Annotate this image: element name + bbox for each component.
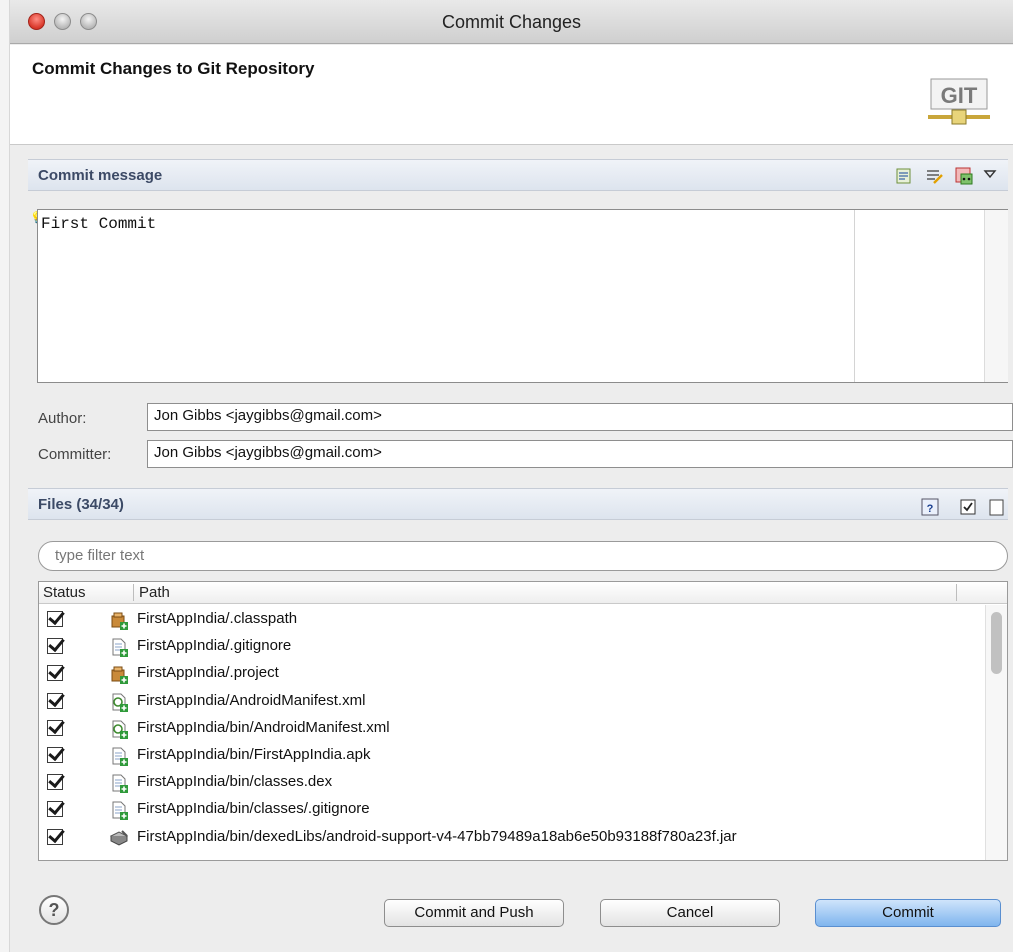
text-file-add-icon (112, 638, 128, 658)
column-divider (133, 584, 134, 601)
git-logo-text: GIT (941, 83, 978, 108)
status-column-header[interactable]: Status (43, 584, 86, 601)
files-section-header: Files (34/34) ? (28, 488, 1008, 520)
help-button[interactable]: ? (39, 895, 69, 925)
text-file-add-icon (112, 747, 128, 766)
author-field[interactable] (147, 403, 1013, 431)
file-path: FirstAppIndia/bin/classes.dex (137, 773, 333, 791)
include-file-checkbox[interactable] (47, 746, 63, 763)
column-divider (956, 584, 957, 601)
file-path: FirstAppIndia/bin/AndroidManifest.xml (137, 718, 390, 736)
dialog-heading: Commit Changes to Git Repository (32, 59, 315, 78)
include-file-checkbox[interactable] (47, 638, 63, 655)
files-scrollbar[interactable] (985, 605, 1007, 860)
commit-message-text[interactable]: First Commit (41, 215, 156, 233)
commit-message-section-header: Commit message (28, 159, 1008, 191)
deselect-all-checkbox-icon[interactable] (986, 497, 1006, 517)
message-margin-rule (854, 210, 855, 382)
file-path: FirstAppIndia/.classpath (137, 610, 298, 627)
xml-file-add-icon (112, 720, 128, 739)
project-file-icon (111, 612, 128, 630)
project-file-icon (111, 666, 128, 685)
files-table-header: Status Path (39, 582, 1007, 604)
cancel-button[interactable]: Cancel (600, 899, 780, 927)
file-filter[interactable] (38, 541, 1008, 571)
committer-input[interactable] (154, 444, 1006, 461)
git-logo-icon: GIT (928, 78, 990, 125)
include-file-checkbox[interactable] (47, 665, 63, 682)
jar-file-icon (109, 829, 129, 846)
file-path: FirstAppIndia/bin/classes/.gitignore (137, 800, 370, 818)
xml-file-add-icon (112, 693, 128, 712)
show-untracked-icon[interactable]: ? (920, 497, 940, 517)
text-file-add-icon (112, 801, 128, 821)
signed-off-icon[interactable] (924, 166, 944, 186)
table-row[interactable]: FirstAppIndia/bin/classes/.gitignore (39, 796, 985, 823)
table-row[interactable]: FirstAppIndia/bin/dexedLibs/android-supp… (39, 824, 985, 851)
include-file-checkbox[interactable] (47, 692, 63, 709)
files-table: Status Path FirstAppIndia/.classpath Firs… (38, 581, 1008, 861)
commit-button[interactable]: Commit (815, 899, 1001, 927)
table-row[interactable]: FirstAppIndia/bin/FirstAppIndia.apk (39, 742, 985, 769)
table-row[interactable]: FirstAppIndia/bin/classes.dex (39, 769, 985, 796)
section-menu-chevron-down-icon[interactable] (982, 166, 998, 186)
title-bar: Commit Changes (10, 0, 1013, 44)
include-file-checkbox[interactable] (47, 828, 63, 845)
table-row[interactable]: FirstAppIndia/bin/AndroidManifest.xml (39, 715, 985, 742)
commit-message-section-title: Commit message (38, 167, 163, 184)
dialog-header: Commit Changes to Git Repository GIT (10, 45, 1013, 145)
include-file-checkbox[interactable] (47, 801, 63, 818)
commit-and-push-button[interactable]: Commit and Push (384, 899, 564, 927)
committer-label: Committer: (38, 446, 112, 463)
include-file-checkbox[interactable] (47, 719, 63, 736)
file-path: FirstAppIndia/bin/FirstAppIndia.apk (137, 745, 371, 763)
file-path: FirstAppIndia/.gitignore (137, 637, 292, 655)
select-all-checkbox-icon[interactable] (958, 497, 978, 517)
author-input[interactable] (154, 407, 1006, 424)
file-path: FirstAppIndia/bin/dexedLibs/android-supp… (137, 827, 737, 845)
history-icon[interactable] (894, 166, 914, 186)
table-row[interactable]: FirstAppIndia/.classpath (39, 606, 985, 633)
file-path: FirstAppIndia/.project (137, 664, 279, 682)
svg-text:?: ? (927, 503, 934, 515)
author-label: Author: (38, 410, 87, 427)
window-title: Commit Changes (441, 12, 582, 32)
committer-field[interactable] (147, 440, 1013, 468)
files-scrollbar-thumb[interactable] (991, 612, 1002, 674)
files-section-title: Files (34/34) (38, 496, 124, 513)
message-scrollbar[interactable] (984, 210, 1008, 382)
background-window-edge (0, 0, 10, 952)
text-file-add-icon (112, 774, 128, 794)
commit-changes-dialog: Commit Changes Commit Changes to Git Rep… (10, 0, 1013, 952)
path-column-header[interactable]: Path (139, 584, 170, 601)
commit-message-editor[interactable]: First Commit (37, 209, 1008, 383)
table-row[interactable]: FirstAppIndia/.project (39, 660, 985, 687)
table-row[interactable]: FirstAppIndia/AndroidManifest.xml (39, 688, 985, 715)
table-row[interactable]: FirstAppIndia/.gitignore (39, 633, 985, 660)
include-file-checkbox[interactable] (47, 774, 63, 791)
file-filter-input[interactable] (55, 547, 985, 564)
change-id-icon[interactable] (954, 166, 974, 186)
file-path: FirstAppIndia/AndroidManifest.xml (137, 691, 366, 709)
include-file-checkbox[interactable] (47, 611, 63, 627)
files-table-body: FirstAppIndia/.classpath FirstAppIndia/.g… (39, 606, 985, 851)
